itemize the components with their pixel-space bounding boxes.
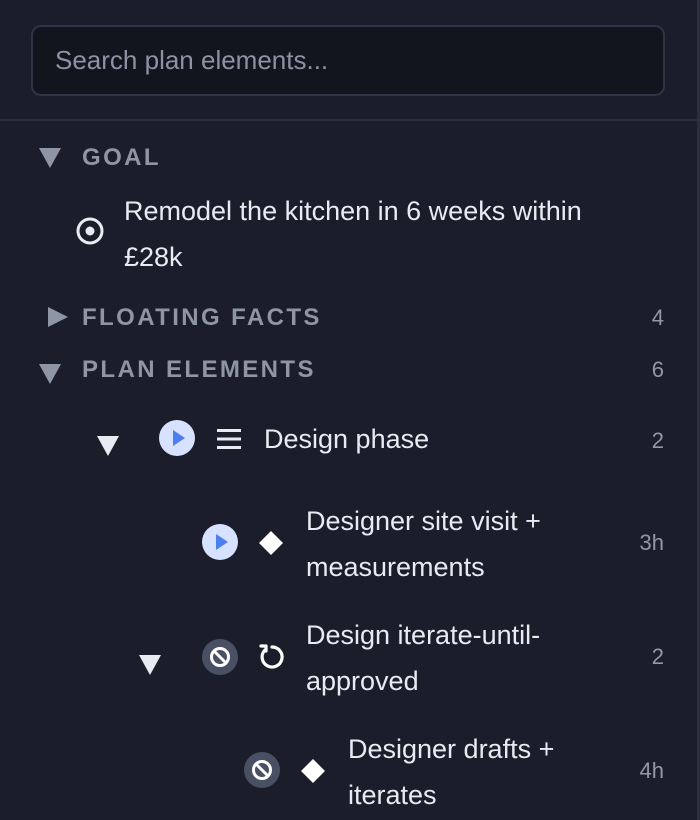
- section-title: GOAL: [82, 144, 161, 171]
- loop-icon: [259, 644, 284, 669]
- caret-down-icon: [39, 364, 61, 384]
- plan-item-meta: 2: [651, 644, 664, 669]
- section-title: FLOATING FACTS: [82, 304, 322, 331]
- section-goal-header[interactable]: GOAL: [0, 138, 700, 178]
- caret-right-icon: [48, 307, 68, 327]
- plan-item-label: Design iterate-until-approved: [306, 620, 541, 696]
- caret-down-icon[interactable]: [97, 436, 119, 456]
- plan-item-label: Design phase: [264, 424, 430, 454]
- plan-item-label: Designer site visit + measurements: [306, 506, 541, 582]
- plan-item-designer-site-visit[interactable]: Designer site visit + measurements 3h: [0, 496, 700, 592]
- play-status-icon[interactable]: [159, 420, 195, 456]
- target-icon: [76, 217, 104, 245]
- section-plan-elements-header[interactable]: PLAN ELEMENTS 6: [0, 355, 700, 395]
- plan-item-meta: 2: [651, 428, 664, 453]
- section-count: 4: [651, 305, 664, 330]
- caret-down-icon[interactable]: [139, 655, 161, 675]
- sequence-icon: [217, 429, 241, 449]
- blocked-status-icon[interactable]: [202, 639, 238, 675]
- section-title: PLAN ELEMENTS: [82, 356, 316, 383]
- search-area: [0, 0, 700, 121]
- task-diamond-icon: [259, 531, 283, 555]
- task-diamond-icon: [301, 759, 325, 783]
- plan-item-label: Designer drafts + iterates: [348, 734, 555, 810]
- section-floating-facts-header[interactable]: FLOATING FACTS 4: [0, 303, 700, 343]
- section-count: 6: [651, 357, 664, 382]
- goal-text: Remodel the kitchen in 6 weeks within £2…: [124, 196, 582, 272]
- blocked-status-icon[interactable]: [244, 752, 280, 788]
- plan-item-design-iterate[interactable]: Design iterate-until-approved 2: [0, 610, 700, 706]
- plan-sidebar: GOAL Remodel the kitchen in 6 weeks with…: [0, 0, 700, 820]
- play-status-icon[interactable]: [202, 524, 238, 560]
- plan-item-designer-drafts[interactable]: Designer drafts + iterates 4h: [0, 724, 700, 820]
- search-input[interactable]: [31, 25, 665, 96]
- plan-item-meta: 3h: [639, 530, 664, 555]
- caret-down-icon: [39, 148, 61, 168]
- plan-item-design-phase[interactable]: Design phase 2: [0, 412, 700, 468]
- plan-item-meta: 4h: [639, 758, 664, 783]
